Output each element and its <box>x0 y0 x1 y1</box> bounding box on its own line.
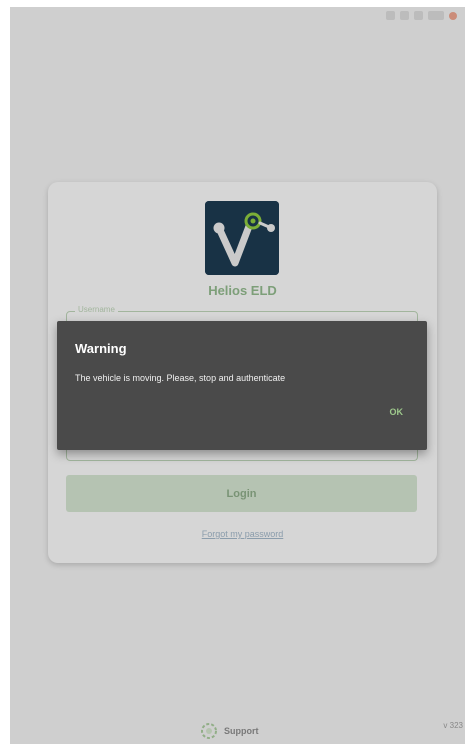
dialog-ok-button[interactable]: OK <box>390 407 404 417</box>
warning-dialog: Warning The vehicle is moving. Please, s… <box>57 321 427 450</box>
dialog-message: The vehicle is moving. Please, stop and … <box>75 373 286 383</box>
dialog-title: Warning <box>75 341 127 356</box>
